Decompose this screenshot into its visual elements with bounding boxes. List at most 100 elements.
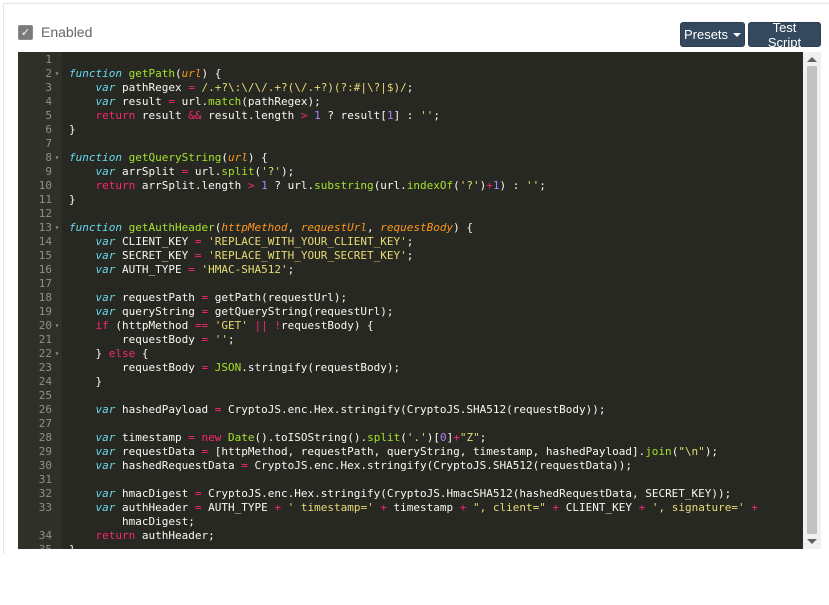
code-line[interactable]: 35} [18,543,803,549]
code-line[interactable]: 18 var requestPath = getPath(requestUrl)… [18,291,803,305]
test-script-button[interactable]: Test Script [748,20,821,50]
code-token: '?' [459,179,480,192]
code-token: getAuthHeader [128,221,215,234]
code-line[interactable]: 32 var hmacDigest = CryptoJS.enc.Hex.str… [18,487,803,501]
code-line[interactable]: 24 } [18,375,803,389]
code-line[interactable]: 17 [18,277,803,291]
scroll-up-arrow-icon[interactable] [807,57,817,62]
code-line[interactable]: 29 var requestData = [httpMethod, reques… [18,445,803,459]
code-token: AUTH_TYPE [115,263,189,276]
scroll-down-arrow-icon[interactable] [807,539,817,544]
code-line[interactable]: 23 requestBody = JSON.stringify(requestB… [18,361,803,375]
code-token: result [135,109,189,122]
code-line[interactable]: 12 [18,207,803,221]
vertical-scrollbar[interactable] [803,52,821,549]
code-line[interactable]: 7 [18,137,803,151]
code-token: requestPath [115,291,202,304]
code-line[interactable]: 13 ▾ function getAuthHeader(httpMethod, re… [18,221,803,235]
code-line[interactable]: 8 ▾ function getQueryString(url) { [18,151,803,165]
code-line[interactable]: 28 var timestamp = new Date().toISOStrin… [18,431,803,445]
code-text: var arrSplit = url.split('?'); [62,165,295,179]
code-line[interactable]: 34 return authHeader; [18,529,803,543]
code-line[interactable]: 27 [18,417,803,431]
code-line[interactable]: hmacDigest; [18,515,803,529]
code-token: ? result[ [320,109,387,122]
code-text: requestBody = ''; [62,333,235,347]
code-line[interactable]: 4 var result = url.match(pathRegex); [18,95,803,109]
code-line[interactable]: 33 var authHeader = AUTH_TYPE + ' timest… [18,501,803,515]
line-number: 33 [38,501,52,514]
code-line[interactable]: 26 var hashedPayload = CryptoJS.enc.Hex.… [18,403,803,417]
code-text: function getAuthHeader(httpMethod, reque… [62,221,473,235]
code-line[interactable]: 11} [18,193,803,207]
code-line[interactable]: 25 [18,389,803,403]
code-line[interactable]: 30 var hashedRequestData = CryptoJS.enc.… [18,459,803,473]
code-text: var CLIENT_KEY = 'REPLACE_WITH_YOUR_CLIE… [62,235,414,249]
code-token: authHeader [115,501,195,514]
code-editor[interactable]: 1 2 ▾ function getPath(url) {3 var pathRege… [18,52,821,549]
code-line[interactable]: 19 var queryString = getQueryString(requ… [18,305,803,319]
code-line[interactable]: 3 var pathRegex = /.+?\:\/\/.+?(\/.+?)(?… [18,81,803,95]
code-token: ; [406,249,414,262]
code-line[interactable]: 20 ▾ if (httpMethod == 'GET' || !requestB… [18,319,803,333]
fold-arrow-icon[interactable]: ▾ [52,151,62,165]
code-line[interactable]: 9 var arrSplit = url.split('?'); [18,165,803,179]
scrollbar-thumb[interactable] [807,66,817,534]
code-line[interactable]: 22 ▾ } else { [18,347,803,361]
line-number: 29 [38,445,52,458]
enabled-checkbox[interactable]: ✓ [18,24,33,40]
code-token: indexOf [406,179,454,192]
fold-arrow-icon[interactable]: ▾ [52,67,62,81]
code-line[interactable]: 5 return result && result.length > 1 ? r… [18,109,803,123]
code-token: var [95,445,116,458]
line-number: 23 [38,361,52,374]
code-line[interactable]: 10 return arrSplit.length > 1 ? url.subs… [18,179,803,193]
line-number: 34 [38,529,52,542]
line-number: 14 [38,235,52,248]
code-line[interactable]: 16 var AUTH_TYPE = 'HMAC-SHA512'; [18,263,803,277]
code-token: match [208,95,242,108]
code-line[interactable]: 14 var CLIENT_KEY = 'REPLACE_WITH_YOUR_C… [18,235,803,249]
code-line[interactable]: 21 requestBody = ''; [18,333,803,347]
fold-arrow-icon[interactable]: ▾ [52,319,62,333]
fold-arrow-icon[interactable]: ▾ [52,347,62,361]
enabled-toggle[interactable]: ✓ Enabled [18,24,92,40]
enabled-label: Enabled [41,24,93,40]
line-number: 16 [38,263,52,276]
code-token: var [95,487,116,500]
fold-arrow-icon[interactable]: ▾ [52,221,62,235]
code-token: requestBody [69,333,202,346]
code-line[interactable]: 2 ▾ function getPath(url) { [18,67,803,81]
presets-dropdown-button[interactable]: Presets [680,22,745,47]
code-lines[interactable]: 1 2 ▾ function getPath(url) {3 var pathRege… [18,53,803,549]
code-token: new [201,431,222,444]
code-text: } else { [62,347,148,361]
code-token: result [115,95,169,108]
code-line[interactable]: 15 var SECRET_KEY = 'REPLACE_WITH_YOUR_S… [18,249,803,263]
code-line[interactable]: 1 [18,53,803,67]
code-token: ) { [201,67,222,80]
code-token: var [95,403,116,416]
code-token: '' [420,109,434,122]
code-line[interactable]: 6} [18,123,803,137]
code-line[interactable]: 31 [18,473,803,487]
code-token: ; [539,179,546,192]
code-token: ; [406,81,414,94]
